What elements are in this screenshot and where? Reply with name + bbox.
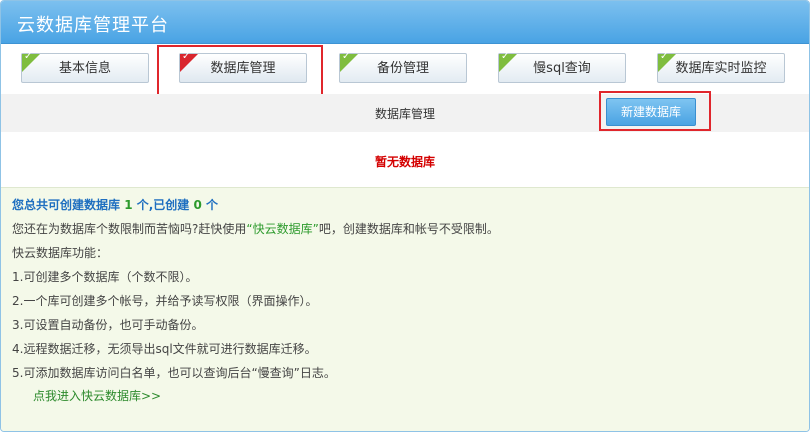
tab-strip: ✓ 基本信息 ✓ 数据库管理 ✓ 备份管理 ✓ 慢sql查询 ✓ 数据库实时监控: [1, 44, 809, 96]
highlight-box-tab: [157, 45, 323, 96]
page-title: 云数据库管理平台: [17, 15, 169, 36]
sub-toolbar: 数据库管理 新建数据库: [1, 91, 809, 132]
tab-basic-info[interactable]: ✓ 基本信息: [21, 51, 149, 83]
check-icon: ✓: [24, 51, 33, 62]
quota-suffix: 个: [206, 198, 219, 212]
quota-prefix: 您总共可创建数据库: [12, 198, 121, 212]
section-label: 数据库管理: [375, 107, 436, 121]
empty-message: 暂无数据库: [374, 155, 435, 169]
check-icon: ✓: [660, 51, 669, 62]
promo-line: 您还在为数据库个数限制而苦恼吗?赶快使用“快云数据库”吧，创建数据库和帐号不受限…: [12, 220, 499, 237]
check-icon: ✓: [501, 51, 510, 62]
info-panel: 您总共可创建数据库 1 个,已创建 0 个 您还在为数据库个数限制而苦恼吗?赶快…: [1, 187, 809, 431]
quota-total: 1: [124, 198, 133, 212]
tab-label: 备份管理: [376, 61, 429, 76]
tab-slow-sql[interactable]: ✓ 慢sql查询: [498, 51, 626, 83]
features-title: 快云数据库功能：: [12, 246, 109, 260]
check-icon: ✓: [342, 51, 351, 62]
enter-quick-cloud-link[interactable]: 点我进入快云数据库>>: [33, 387, 161, 404]
feature-item: 2.一个库可创建多个帐号，并给予读写权限（界面操作）。: [12, 294, 318, 308]
promo-prefix: 您还在为数据库个数限制而苦恼吗?赶快使用: [12, 222, 247, 236]
tab-realtime-monitor[interactable]: ✓ 数据库实时监控: [657, 51, 785, 83]
promo-suffix: 吧，创建数据库和帐号不受限制。: [318, 222, 499, 236]
tab-backup-management[interactable]: ✓ 备份管理: [339, 51, 467, 83]
highlight-box-button: [599, 91, 711, 131]
title-bar: 云数据库管理平台: [1, 1, 809, 44]
promo-product: “快云数据库”: [246, 222, 319, 236]
feature-item: 3.可设置自动备份，也可手动备份。: [12, 318, 204, 332]
quota-mid: 个,已创建: [136, 198, 190, 212]
tab-label: 慢sql查询: [533, 61, 591, 76]
tab-label: 数据库实时监控: [675, 61, 767, 76]
feature-item: 1.可创建多个数据库（个数不限）。: [12, 270, 198, 284]
quota-line: 您总共可创建数据库 1 个,已创建 0 个: [12, 196, 218, 213]
feature-item: 5.可添加数据库访问白名单，也可以查询后台“慢查询”日志。: [12, 366, 336, 380]
feature-item: 4.远程数据迁移，无须导出sql文件就可进行数据库迁移。: [12, 342, 317, 356]
tab-label: 基本信息: [58, 61, 111, 76]
app-frame: 云数据库管理平台 ✓ 基本信息 ✓ 数据库管理 ✓ 备份管理 ✓ 慢sql查询 …: [0, 0, 810, 432]
quota-created: 0: [193, 198, 202, 212]
